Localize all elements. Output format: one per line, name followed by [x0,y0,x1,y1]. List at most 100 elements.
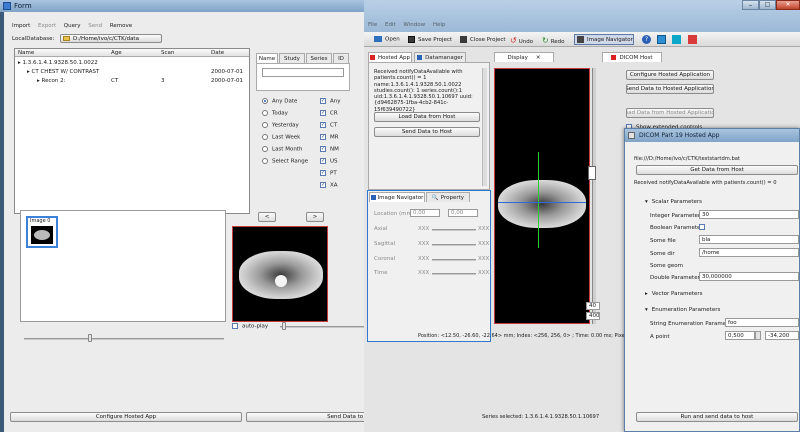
send-data-to-host-button[interactable]: Send Data to Host [374,127,480,137]
tree-row-name: CT CHEST W/ CONTRAST [31,69,100,75]
column-scan[interactable]: Scan [161,50,174,56]
tab-datamanager[interactable]: Datamanager [414,52,466,62]
log-scrollbar[interactable] [482,68,487,186]
send-data-to-hosted-application-button[interactable]: Send Data to Hosted Application [626,84,714,94]
checkbox-us[interactable]: ✓ US [320,158,338,165]
menu-file[interactable]: File [368,22,377,28]
load-data-from-host-button[interactable]: Load Data from Host [374,112,480,122]
load-data-from-hosted-application-button[interactable]: Load Data from Hosted Application [626,108,714,118]
layout-icon[interactable] [657,35,666,44]
radio-yesterday[interactable]: Yesterday [262,122,299,129]
level-window-bar[interactable] [592,68,596,324]
run-and-send-data-button[interactable]: Run and send data to host [636,412,798,422]
checkbox-any[interactable]: ✓ Any [320,98,341,105]
column-name[interactable]: Name [18,50,34,56]
window-controls: – □ ✕ [742,0,800,11]
checkbox-mr[interactable]: ✓ MR [320,134,339,141]
vector-parameters-header[interactable]: ▸ Vector Parameters [645,291,703,297]
get-data-from-host-button[interactable]: Get Data from Host [636,165,798,175]
tab-name[interactable]: Name [256,53,278,63]
cube-icon[interactable] [672,35,681,44]
minimize-button[interactable]: – [742,0,759,10]
tab-display[interactable]: Display ✕ [494,52,554,62]
tab-id[interactable]: ID [333,53,349,63]
ct-spine [275,275,287,287]
close-button[interactable]: ✕ [776,0,800,10]
redo-button[interactable]: ↻ Redo [542,36,565,45]
brush-icon[interactable] [688,35,697,44]
help-icon[interactable]: ? [642,35,651,44]
column-age[interactable]: Age [111,50,122,56]
close-icon[interactable]: ✕ [536,55,541,61]
sagittal-slider[interactable] [432,244,476,246]
image-navigator-button[interactable]: Image Navigator [574,34,634,45]
scalar-parameters-header[interactable]: ▾ Scalar Parameters [645,199,702,205]
menu-help[interactable]: Help [433,22,446,28]
string-enumeration-select[interactable]: foo [725,318,799,327]
checkbox-cr[interactable]: ✓ CR [320,110,338,117]
thumbnail-size-slider[interactable] [24,338,224,340]
undo-button[interactable]: ↺ Undo [510,36,533,45]
previous-image-button[interactable]: < [258,212,276,222]
menu-send[interactable]: Send [88,23,102,29]
menu-query[interactable]: Query [64,23,81,29]
level-value[interactable]: 40 [586,302,600,310]
location-x-input[interactable]: 0,00 [410,209,440,217]
frame-slider[interactable] [280,326,366,328]
enumeration-parameters-header[interactable]: ▾ Enumeration Parameters [645,307,720,313]
coronal-slider[interactable] [432,259,476,261]
menu-edit[interactable]: Edit [385,22,396,28]
some-dir-input[interactable]: /home [699,248,799,257]
point-x-input[interactable]: 0,500 [725,331,755,340]
radio-last-week[interactable]: Last Week [262,134,300,141]
tree-row-patient[interactable]: ▸ 1.3.6.1.4.1.9328.50.1.0022 [18,60,98,66]
save-project-button[interactable]: Save Project [408,36,452,43]
menu-remove[interactable]: Remove [110,23,132,29]
time-slider[interactable] [432,273,476,275]
radio-any-date[interactable]: Any Date [262,98,297,105]
radio-select-range[interactable]: Select Range [262,158,308,165]
tab-study[interactable]: Study [279,53,305,63]
thumbnail-size-handle[interactable] [88,334,92,342]
tab-dicom-host[interactable]: DICOM Host [602,52,662,62]
integer-parameter-input[interactable]: 30 [699,210,799,219]
double-parameter-input[interactable]: 30,000000 [699,272,799,281]
radio-today[interactable]: Today [262,110,288,117]
thumbnail-item[interactable]: Image 0 [26,216,58,248]
tab-image-navigator[interactable]: Image Navigator [369,192,425,202]
checkbox-pt[interactable]: ✓ PT [320,170,337,177]
point-x-spinner[interactable] [755,331,761,340]
close-project-button[interactable]: Close Project [460,36,506,43]
open-button[interactable]: Open [374,36,400,43]
tab-series[interactable]: Series [306,53,332,63]
menu-import[interactable]: Import [12,23,30,29]
tree-row-series[interactable]: ▸ Recon 2: [37,78,65,84]
search-input[interactable] [262,68,344,77]
time-min: XXX [418,270,430,276]
checkbox-ct[interactable]: ✓ CT [320,122,337,129]
column-date[interactable]: Date [211,50,224,56]
window-value[interactable]: 400 [586,312,600,320]
database-tree[interactable]: Name Age Scan Date ▸ 1.3.6.1.4.1.9328.50… [14,48,250,214]
checkbox-xa[interactable]: ✓ XA [320,182,338,189]
maximize-button[interactable]: □ [759,0,776,10]
checkbox-nm[interactable]: ✓ NM [320,146,339,153]
tab-property[interactable]: 🔍 Property [426,192,470,202]
local-db-path-button[interactable]: D:/Home/ivo/c/CTK/data [60,34,162,43]
frame-slider-handle[interactable] [282,322,286,330]
configure-hosted-app-button[interactable]: Configure Hosted App [10,412,242,422]
level-window-handle[interactable] [588,166,596,180]
tree-row-study[interactable]: ▸ CT CHEST W/ CONTRAST [27,69,99,75]
axial-slider[interactable] [432,229,476,231]
menu-window[interactable]: Window [403,22,425,28]
some-file-input[interactable]: bla [699,235,799,244]
radio-last-month[interactable]: Last Month [262,146,302,153]
tab-hosted-app[interactable]: Hosted App [368,52,412,62]
point-y-input[interactable]: -34,200 [765,331,799,340]
configure-hosted-application-button[interactable]: Configure Hosted Application [626,70,714,80]
boolean-parameter-checkbox[interactable] [699,224,705,230]
menu-export[interactable]: Export [38,23,56,29]
location-y-input[interactable]: 0,00 [448,209,478,217]
next-image-button[interactable]: > [306,212,324,222]
autoplay-checkbox[interactable]: auto-play [232,323,268,330]
